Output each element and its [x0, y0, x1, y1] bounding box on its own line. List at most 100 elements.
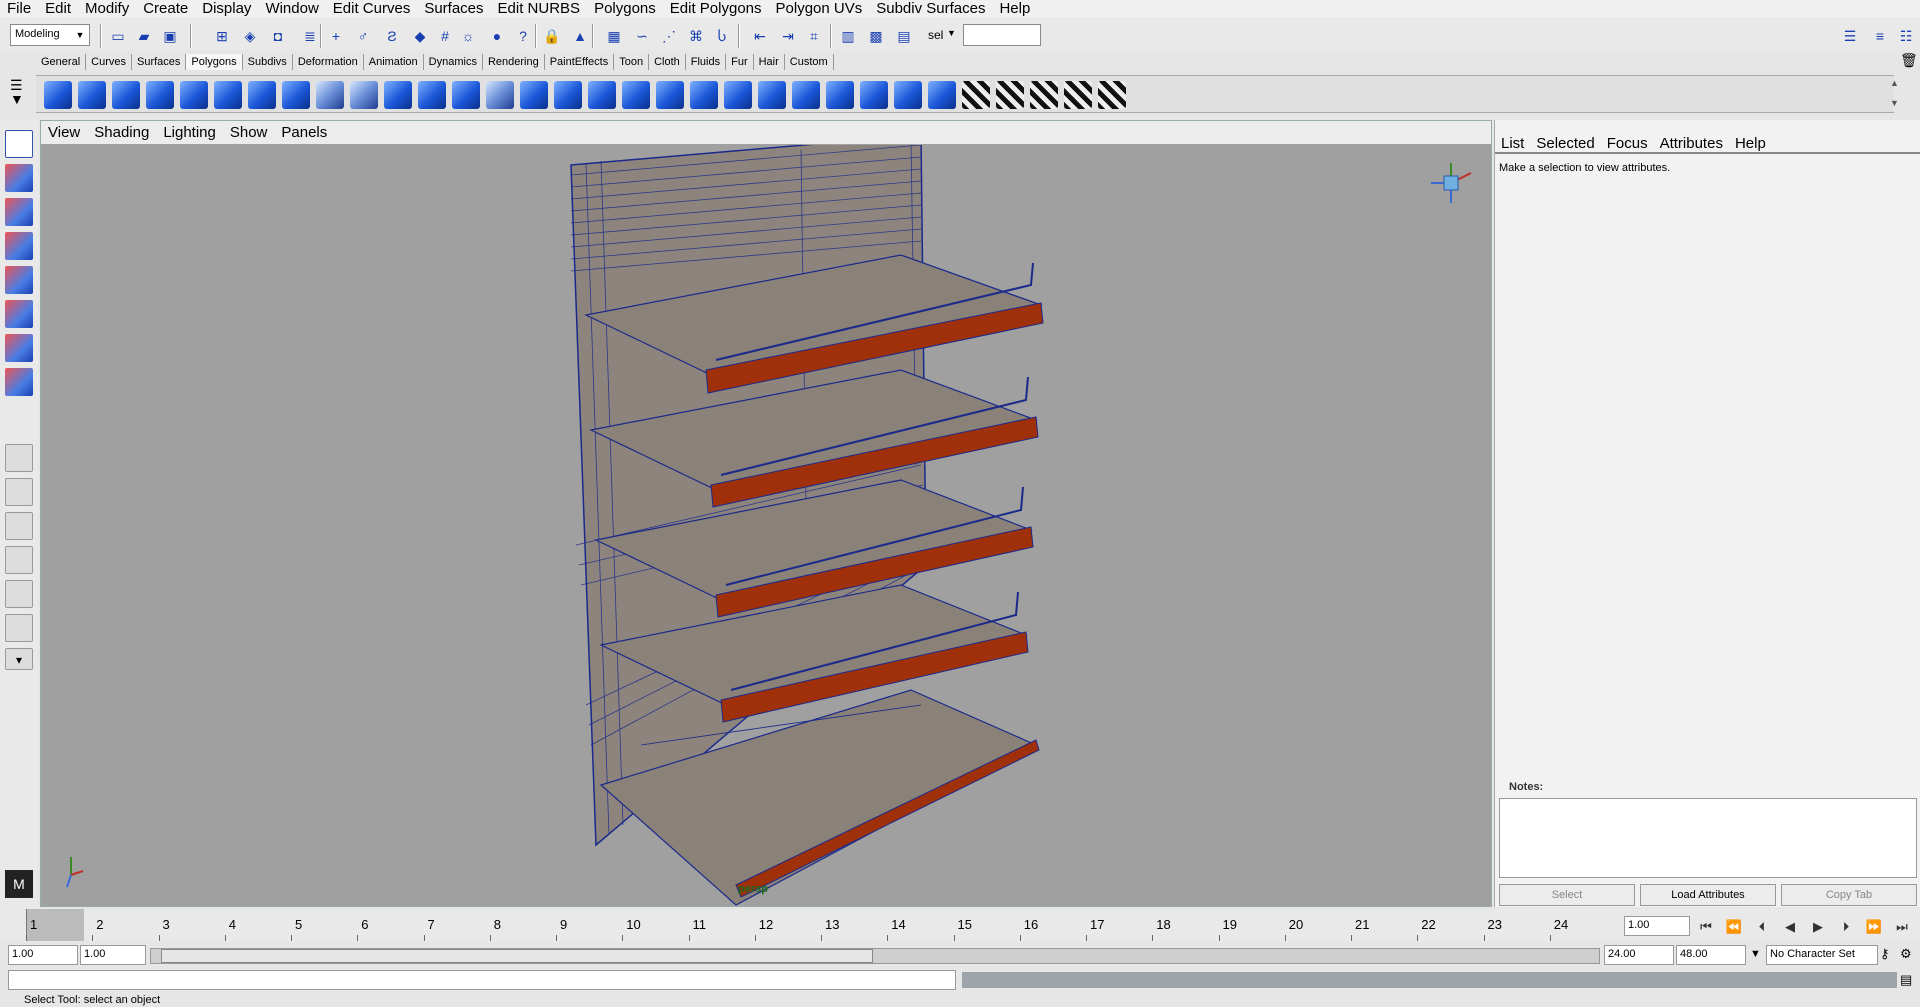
viewport-menu-shading[interactable]: Shading [87, 124, 156, 141]
select-object-icon[interactable]: ◈ [240, 26, 260, 46]
shelf-tab-fur[interactable]: Fur [726, 54, 754, 70]
wedge-face-icon[interactable] [656, 81, 684, 109]
poly-helix-icon[interactable] [316, 81, 344, 109]
new-scene-icon[interactable]: ▭ [108, 26, 128, 46]
shelf-tab-custom[interactable]: Custom [785, 54, 834, 70]
hypershade-layout-icon[interactable] [5, 580, 33, 608]
shelf-tab-polygons[interactable]: Polygons [186, 54, 243, 70]
time-slider[interactable]: 1 2 3 4 5 6 7 8 9 10 11 12 13 14 15 16 17 18 19 20 21 22 23 24 … [0, 909, 1920, 941]
make-live-icon[interactable]: # [435, 26, 455, 46]
notes-textarea[interactable] [1499, 798, 1917, 878]
tag-icon[interactable]: ⌘ [686, 26, 706, 46]
move-tool-icon[interactable] [5, 232, 33, 260]
output-ops-icon[interactable]: ⇥ [778, 26, 798, 46]
range-bar[interactable] [150, 948, 1600, 964]
camera-icon[interactable]: ▲ [570, 26, 590, 46]
playback-start-field[interactable]: 1.00 [80, 945, 146, 965]
curve-snap-icon[interactable]: ∽ [632, 26, 652, 46]
paint-select-tool-icon[interactable] [5, 198, 33, 226]
menu-file[interactable]: File [0, 0, 38, 18]
select-component-icon[interactable]: ◘ [268, 26, 288, 46]
animation-end-field[interactable]: 48.00 [1676, 945, 1746, 965]
subdivide-icon[interactable] [792, 81, 820, 109]
shelf-tab-fluids[interactable]: Fluids [686, 54, 727, 70]
spherical-mapping-icon[interactable] [894, 81, 922, 109]
uv-snapshot-icon[interactable] [996, 81, 1024, 109]
render-view-icon[interactable]: ▥ [838, 26, 858, 46]
show-layer-editor-icon[interactable]: ≡ [1870, 26, 1890, 46]
play-backward-icon[interactable]: ◀ [1778, 917, 1802, 937]
shelf-tab-hair[interactable]: Hair [754, 54, 785, 70]
load-attributes-button[interactable]: Load Attributes [1640, 884, 1776, 906]
combine-icon[interactable] [384, 81, 412, 109]
graph-persp-layout-icon[interactable] [5, 546, 33, 574]
render-icon[interactable]: ● [487, 26, 507, 46]
shelf-tab-deformation[interactable]: Deformation [293, 54, 364, 70]
step-back-frame-icon[interactable]: ⏴ [1750, 917, 1774, 937]
boolean-union-icon[interactable] [418, 81, 446, 109]
shelf-tab-dynamics[interactable]: Dynamics [424, 54, 483, 70]
poly-sphere-icon[interactable] [44, 81, 72, 109]
menu-edit-curves[interactable]: Edit Curves [326, 0, 418, 18]
viewport-canvas[interactable]: persp [41, 134, 1491, 906]
shelf-tab-general[interactable]: General [36, 54, 87, 70]
uv-layout-icon[interactable] [1030, 81, 1058, 109]
bevel-icon[interactable] [622, 81, 650, 109]
split-polygon-icon[interactable] [554, 81, 582, 109]
playback-end-field[interactable]: 24.00 [1604, 945, 1674, 965]
history-icon[interactable]: ☼ [458, 26, 478, 46]
shelf-tab-subdivs[interactable]: Subdivs [243, 54, 293, 70]
go-to-start-icon[interactable]: ⏮ [1694, 917, 1718, 937]
selection-mask-icon[interactable]: ≣ [300, 26, 320, 46]
preferences-icon[interactable]: ⚙ [1900, 946, 1912, 962]
smooth-icon[interactable] [486, 81, 514, 109]
character-set-selector[interactable]: No Character Set [1766, 945, 1878, 965]
menu-edit[interactable]: Edit [38, 0, 78, 18]
animation-start-field[interactable]: 1.00 [8, 945, 78, 965]
mode-selector[interactable]: Modeling ▼ [10, 24, 90, 46]
menu-edit-nurbs[interactable]: Edit NURBS [491, 0, 588, 18]
attr-menu-attributes[interactable]: Attributes [1654, 135, 1729, 152]
construction-history-icon[interactable]: ⌗ [804, 26, 824, 46]
outliner-persp-layout-icon[interactable] [5, 512, 33, 540]
boolean-difference-icon[interactable] [452, 81, 480, 109]
menu-polygons[interactable]: Polygons [587, 0, 663, 18]
uv-normalize-icon[interactable] [1064, 81, 1092, 109]
menu-subdiv-surfaces[interactable]: Subdiv Surfaces [869, 0, 992, 18]
viewport-menu-show[interactable]: Show [223, 124, 275, 141]
shelf-tab-cloth[interactable]: Cloth [649, 54, 686, 70]
poly-pipe-icon[interactable] [282, 81, 310, 109]
range-thumb[interactable] [161, 949, 873, 963]
copy-tab-button[interactable]: Copy Tab [1781, 884, 1917, 906]
shelf-tab-toon[interactable]: Toon [614, 54, 650, 70]
shelf-scroll-up-icon[interactable]: ▲ [1890, 78, 1899, 88]
menu-edit-polygons[interactable]: Edit Polygons [663, 0, 769, 18]
save-scene-icon[interactable]: ▣ [160, 26, 180, 46]
show-attribute-editor-icon[interactable]: ☷ [1896, 26, 1916, 46]
poly-cube-icon[interactable] [78, 81, 106, 109]
render-current-frame-icon[interactable]: ▩ [866, 26, 886, 46]
step-forward-frame-icon[interactable]: ⏵ [1834, 917, 1858, 937]
poly-cone-icon[interactable] [146, 81, 174, 109]
shelf-tab-rendering[interactable]: Rendering [483, 54, 545, 70]
help-icon[interactable]: ? [513, 26, 533, 46]
shelf-tab-surfaces[interactable]: Surfaces [132, 54, 187, 70]
step-back-key-icon[interactable]: ⏪ [1722, 917, 1746, 937]
poly-prism-icon[interactable] [248, 81, 276, 109]
extrude-edge-icon[interactable] [690, 81, 718, 109]
script-editor-icon[interactable]: ▤ [1900, 972, 1912, 988]
snap-view-plane-icon[interactable]: ◆ [410, 26, 430, 46]
snap-point-icon[interactable]: Ƨ [382, 26, 402, 46]
key-icon[interactable]: ⚷ [1880, 946, 1890, 962]
uv-texture-icon[interactable] [962, 81, 990, 109]
scale-tool-icon[interactable] [5, 300, 33, 328]
attr-menu-help[interactable]: Help [1729, 135, 1772, 152]
attr-menu-focus[interactable]: Focus [1601, 135, 1654, 152]
shelf-tab-painteffects[interactable]: PaintEffects [545, 54, 615, 70]
step-forward-key-icon[interactable]: ⏩ [1862, 917, 1886, 937]
select-hierarchy-icon[interactable]: ⊞ [212, 26, 232, 46]
command-input[interactable] [8, 970, 956, 990]
four-pane-layout-icon[interactable] [5, 478, 33, 506]
snap-grid-icon[interactable]: + [326, 26, 346, 46]
ipr-render-icon[interactable]: ▤ [894, 26, 914, 46]
